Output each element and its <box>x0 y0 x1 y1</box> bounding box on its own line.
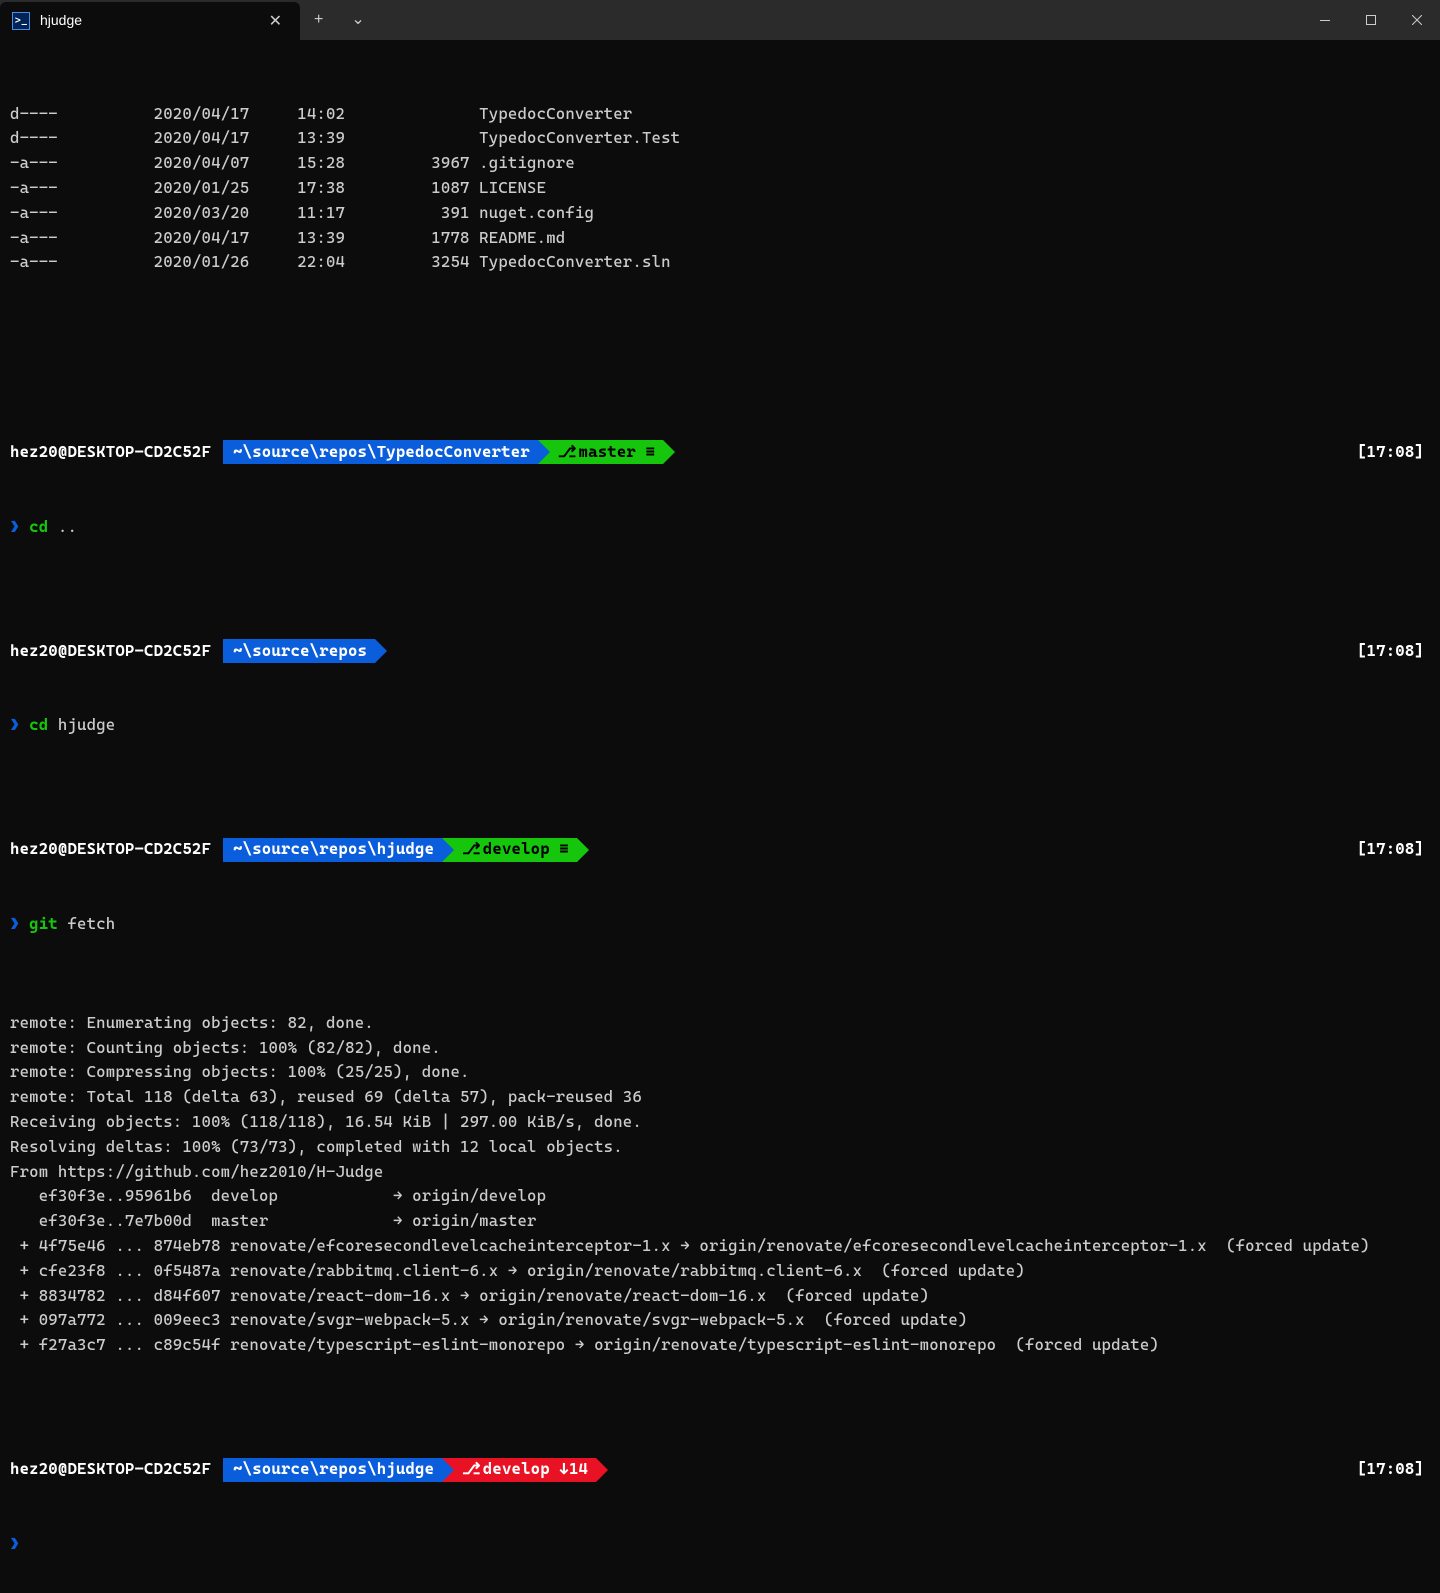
output-line: + f27a3c7 ... c89c54f renovate/typescrip… <box>10 1333 1430 1358</box>
prompt-time: [17:08] <box>1357 1457 1430 1482</box>
prompt-path: ~\source\repos\hjudge <box>223 1458 442 1482</box>
close-tab-icon[interactable]: ✕ <box>263 7 288 36</box>
prompt-line: hez20@DESKTOP-CD2C52F ~\source\repos\hju… <box>10 1457 1430 1482</box>
file-listing-row: -a--- 2020/01/26 22:04 3254 TypedocConve… <box>10 250 1430 275</box>
output-line: remote: Counting objects: 100% (82/82), … <box>10 1036 1430 1061</box>
output-line: + cfe23f8 ... 0f5487a renovate/rabbitmq.… <box>10 1259 1430 1284</box>
file-listing-row: -a--- 2020/01/25 17:38 1087 LICENSE <box>10 176 1430 201</box>
terminal-content[interactable]: d---- 2020/04/17 14:02 TypedocConverterd… <box>0 40 1440 1593</box>
output-line: Resolving deltas: 100% (73/73), complete… <box>10 1135 1430 1160</box>
prompt-symbol: ❯ <box>10 517 20 536</box>
titlebar: >_ hjudge ✕ + ⌄ <box>0 0 1440 40</box>
file-listing: d---- 2020/04/17 14:02 TypedocConverterd… <box>10 102 1430 276</box>
prompt-line: hez20@DESKTOP-CD2C52F ~\source\repos\Typ… <box>10 440 1430 465</box>
command-line: ❯ git fetch <box>10 912 1430 937</box>
powershell-icon: >_ <box>12 12 30 30</box>
prompt-symbol: ❯ <box>10 715 20 734</box>
output-line: ef30f3e..95961b6 develop → origin/develo… <box>10 1184 1430 1209</box>
prompt-line: hez20@DESKTOP-CD2C52F ~\source\repos [17… <box>10 639 1430 664</box>
output-line: + 8834782 ... d84f607 renovate/react-dom… <box>10 1284 1430 1309</box>
output-line: ef30f3e..7e7b00d master → origin/master <box>10 1209 1430 1234</box>
command-line: ❯ cd hjudge <box>10 713 1430 738</box>
command-arg: fetch <box>67 914 115 933</box>
output-line: remote: Total 118 (delta 63), reused 69 … <box>10 1085 1430 1110</box>
minimize-button[interactable] <box>1302 0 1348 40</box>
close-window-button[interactable] <box>1394 0 1440 40</box>
prompt-branch: ⎇ master ≡ <box>538 440 663 464</box>
prompt-path: ~\source\repos <box>223 639 375 663</box>
prompt-user: hez20@DESKTOP-CD2C52F <box>10 837 211 862</box>
prompt-user: hez20@DESKTOP-CD2C52F <box>10 639 211 664</box>
tab-dropdown-button[interactable]: ⌄ <box>337 0 378 40</box>
new-tab-button[interactable]: + <box>300 0 337 40</box>
output-line: + 097a772 ... 009eec3 renovate/svgr-webp… <box>10 1308 1430 1333</box>
maximize-button[interactable] <box>1348 0 1394 40</box>
command-arg: .. <box>58 517 77 536</box>
prompt-path: ~\source\repos\hjudge <box>223 838 442 862</box>
file-listing-row: d---- 2020/04/17 14:02 TypedocConverter <box>10 102 1430 127</box>
output-line: From https://github.com/hez2010/H-Judge <box>10 1160 1430 1185</box>
prompt-line: hez20@DESKTOP-CD2C52F ~\source\repos\hju… <box>10 837 1430 862</box>
command-exec: git <box>29 914 58 933</box>
prompt-time: [17:08] <box>1357 837 1430 862</box>
output-line: remote: Enumerating objects: 82, done. <box>10 1011 1430 1036</box>
branch-icon: ⎇ <box>462 837 481 862</box>
tab-title: hjudge <box>40 10 263 32</box>
command-line: ❯ cd .. <box>10 515 1430 540</box>
prompt-time: [17:08] <box>1357 639 1430 664</box>
prompt-branch: ⎇ develop ≡ <box>442 838 577 862</box>
git-fetch-output: remote: Enumerating objects: 82, done.re… <box>10 1011 1430 1358</box>
file-listing-row: d---- 2020/04/17 13:39 TypedocConverter.… <box>10 126 1430 151</box>
prompt-user: hez20@DESKTOP-CD2C52F <box>10 1457 211 1482</box>
tab-active[interactable]: >_ hjudge ✕ <box>0 2 300 40</box>
command-arg: hjudge <box>58 715 115 734</box>
prompt-time: [17:08] <box>1357 440 1430 465</box>
file-listing-row: -a--- 2020/04/07 15:28 3967 .gitignore <box>10 151 1430 176</box>
branch-icon: ⎇ <box>462 1457 481 1482</box>
output-line: + 4f75e46 ... 874eb78 renovate/efcoresec… <box>10 1234 1430 1259</box>
command-exec: cd <box>29 517 48 536</box>
prompt-symbol: ❯ <box>10 914 20 933</box>
prompt-user: hez20@DESKTOP-CD2C52F <box>10 440 211 465</box>
output-line: Receiving objects: 100% (118/118), 16.54… <box>10 1110 1430 1135</box>
file-listing-row: -a--- 2020/03/20 11:17 391 nuget.config <box>10 201 1430 226</box>
output-line: remote: Compressing objects: 100% (25/25… <box>10 1060 1430 1085</box>
prompt-symbol: ❯ <box>10 1534 20 1553</box>
branch-icon: ⎇ <box>558 440 577 465</box>
window-controls <box>1302 0 1440 40</box>
command-exec: cd <box>29 715 48 734</box>
file-listing-row: -a--- 2020/04/17 13:39 1778 README.md <box>10 226 1430 251</box>
prompt-path: ~\source\repos\TypedocConverter <box>223 440 538 464</box>
prompt-branch-behind: ⎇ develop ↓14 <box>442 1458 596 1482</box>
command-line-cursor[interactable]: ❯ <box>10 1532 1430 1557</box>
titlebar-left: >_ hjudge ✕ + ⌄ <box>0 0 379 40</box>
